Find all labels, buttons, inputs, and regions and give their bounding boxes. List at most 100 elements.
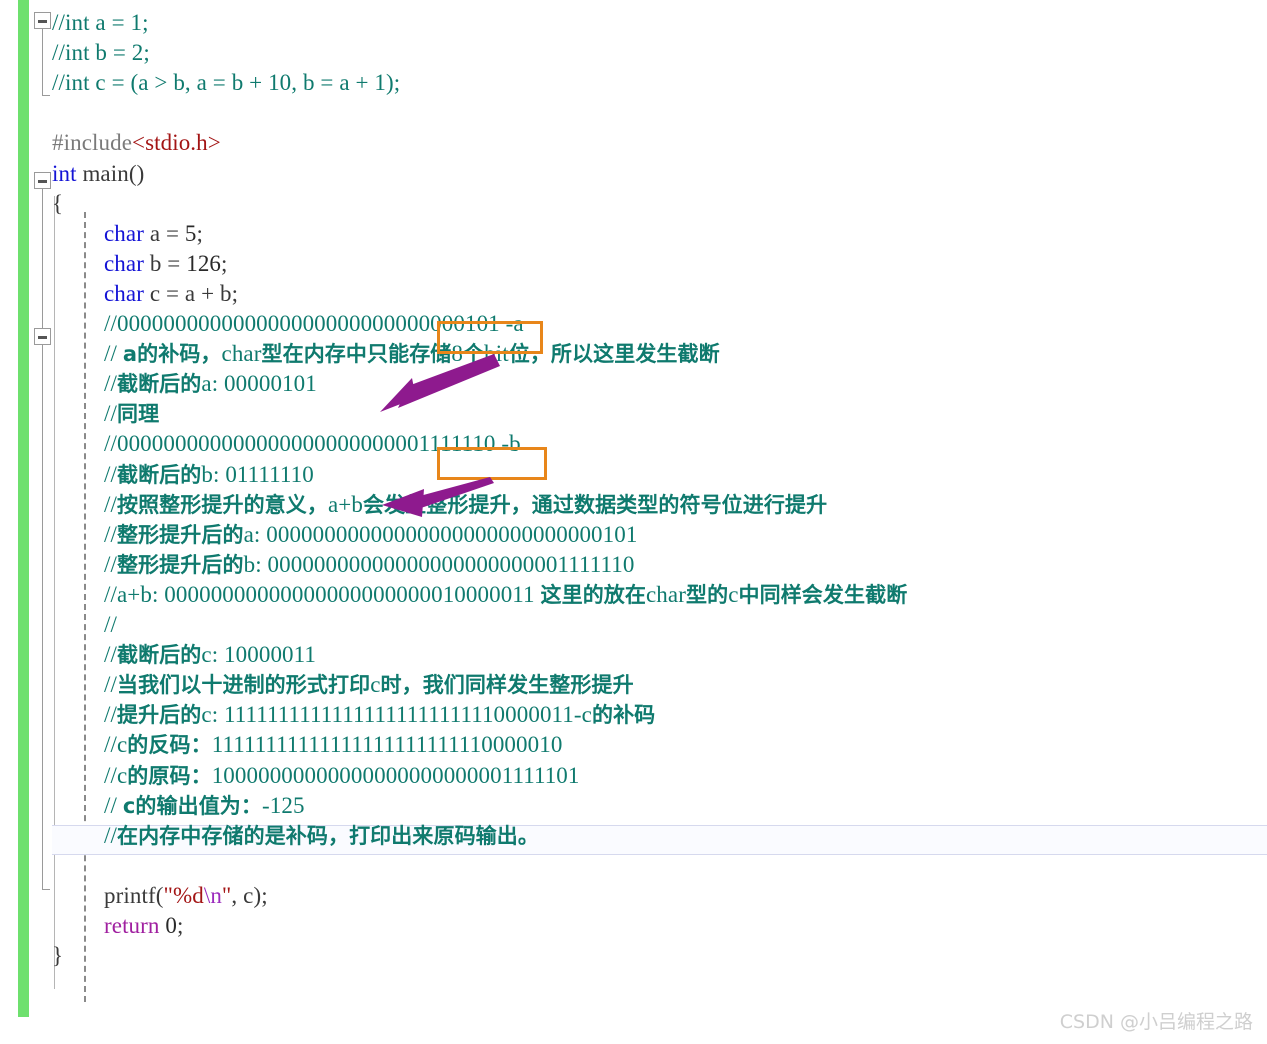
token-num: 126	[186, 250, 222, 276]
token-esc: \n	[203, 882, 222, 908]
token-cmt: //	[104, 612, 117, 637]
token-punct: ;	[221, 250, 228, 276]
token-cmt: b: 01111110	[201, 461, 314, 487]
token-kw: char	[104, 250, 144, 276]
code-line[interactable]: //c的原码：10000000000000000000000001111101	[104, 761, 580, 791]
code-line[interactable]	[52, 98, 58, 128]
token-cmt: c: 10000011	[201, 642, 316, 668]
token-cmt-cn: c的输出值为：	[122, 793, 262, 818]
token-cmt-cn: 截断后的	[116, 643, 202, 668]
token-cmt: c	[370, 672, 381, 698]
code-line[interactable]: //在内存中存储的是补码，打印出来原码输出。	[104, 821, 539, 851]
token-cmt-cn: 型的	[685, 582, 729, 607]
token-cmt: //	[104, 551, 117, 577]
code-line[interactable]: //整形提升后的a: 00000000000000000000000000000…	[104, 520, 637, 550]
token-cmt-cn: 中同样会发生截断	[738, 582, 908, 607]
token-cmt: char	[221, 341, 262, 367]
code-line[interactable]: printf("%d\n", c);	[104, 881, 268, 911]
code-line[interactable]: // c的输出值为：-125	[104, 791, 305, 821]
token-cmt-cn: 同理	[116, 402, 160, 427]
token-cmt-cn: 型在内存中只能存储	[261, 342, 452, 367]
highlight-box-a-bits	[437, 321, 543, 354]
code-line[interactable]: //int b = 2;	[52, 38, 150, 68]
token-cmt: 11111111111111111111111110000010	[211, 732, 563, 758]
code-line[interactable]: char a = 5;	[104, 219, 203, 249]
token-cmt-cn: 提升后的	[116, 703, 202, 728]
token-cmt: //int a = 1;	[52, 10, 149, 35]
code-line[interactable]: //截断后的c: 10000011	[104, 640, 316, 670]
token-cmt: //	[104, 401, 117, 427]
token-cmt-cn: 截断后的	[116, 462, 202, 487]
token-cmt: //	[104, 642, 117, 668]
token-kw: char	[104, 280, 144, 306]
token-cmt: //	[104, 461, 117, 487]
token-cmt-cn: 会发生整形提升，通过数据类型的符号位进行提升	[362, 492, 828, 517]
token-cmt: //a+b: 00000000000000000000000010000011	[104, 581, 541, 607]
token-kw: int	[52, 160, 77, 186]
code-line[interactable]: //截断后的a: 00000101	[104, 369, 317, 399]
token-cmt: //	[104, 521, 117, 547]
token-cmt-cn: 在内存中存储的是补码，打印出来原码输出。	[116, 823, 539, 848]
token-cmt: char	[646, 581, 686, 607]
token-punct: =	[167, 250, 187, 276]
csdn-watermark: CSDN @小吕编程之路	[1059, 1011, 1253, 1033]
token-punct: }	[52, 943, 64, 969]
token-cmt: //	[104, 792, 123, 818]
token-cmt-cn: 的原码：	[127, 763, 212, 788]
token-cmt: //0000000000000000000000000	[104, 431, 407, 457]
token-cmt-cn: a的补码，	[122, 342, 222, 367]
code-line[interactable]: {	[52, 189, 63, 219]
code-editor[interactable]: //int a = 1; //int b = 2; //int c = (a > b…	[0, 0, 1267, 1044]
token-cmt: //c	[104, 762, 128, 788]
token-punct: {	[52, 190, 64, 216]
code-line[interactable]: //c的反码：11111111111111111111111110000010	[104, 730, 562, 760]
token-cmt-cn: 整形提升后的	[116, 552, 244, 577]
token-cmt-cn: 的补码	[591, 703, 656, 728]
token-cmt: //0000000000000000000000000	[104, 311, 407, 336]
code-line[interactable]: //按照整形提升的意义，a+b会发生整形提升，通过数据类型的符号位进行提升	[104, 490, 827, 520]
code-line[interactable]: //	[104, 610, 117, 640]
token-punct: ;	[196, 220, 204, 246]
token-cmt: a: 00000000000000000000000000000101	[243, 521, 638, 547]
code-line[interactable]: return 0;	[104, 911, 183, 941]
code-line[interactable]: //同理	[104, 399, 159, 429]
code-line[interactable]: //提升后的c: 1111111111111111111111111000001…	[104, 700, 655, 730]
token-cmt-cn: 的反码：	[127, 733, 212, 758]
code-line[interactable]	[104, 851, 110, 881]
code-line[interactable]: int main()	[52, 159, 144, 189]
token-cmt: //int b = 2;	[52, 40, 150, 66]
code-line[interactable]: }	[52, 941, 63, 971]
code-line[interactable]: char c = a + b;	[104, 279, 238, 309]
token-cmt: b: 00000000000000000000000001111110	[243, 551, 635, 577]
token-cmt: //	[104, 491, 117, 517]
token-cmt: a+b	[327, 491, 363, 517]
token-cmt: //	[104, 371, 117, 397]
token-cmt: a: 00000101	[201, 371, 317, 397]
token-num: 5	[184, 220, 197, 246]
token-cmt: //	[104, 341, 123, 367]
token-cmt: c: 11111111111111111111111110000011-c	[201, 702, 592, 728]
code-line[interactable]: //int c = (a > b, a = b + 10, b = a + 1)…	[52, 68, 400, 98]
token-pp: #include	[52, 130, 132, 156]
token-punct: =	[166, 220, 185, 246]
token-punct: =	[166, 280, 185, 306]
token-id: main	[76, 160, 129, 186]
token-str: "%d	[163, 882, 204, 908]
code-line[interactable]: char b = 126;	[104, 249, 228, 279]
code-text-layer[interactable]: //int a = 1; //int b = 2; //int c = (a > b…	[0, 0, 1267, 1044]
token-cmt: -125	[262, 792, 305, 818]
token-id: b	[143, 250, 168, 276]
token-cmt: c	[728, 581, 739, 607]
code-line[interactable]: #include<stdio.h>	[52, 128, 221, 158]
code-line[interactable]: //a+b: 00000000000000000000000010000011 …	[104, 580, 907, 610]
code-line[interactable]: //整形提升后的b: 00000000000000000000000001111…	[104, 550, 634, 580]
code-line[interactable]: //int a = 1;	[52, 8, 149, 38]
code-line[interactable]: //当我们以十进制的形式打印c时，我们同样发生整形提升	[104, 670, 634, 700]
token-id: c	[243, 882, 254, 908]
token-cmt: //int c = (a > b, a = b + 10, b = a + 1)…	[52, 70, 401, 96]
token-cmt-cn: 截断后的	[116, 372, 202, 397]
token-cmt: //	[104, 702, 117, 728]
code-line[interactable]: // a的补码，char型在内存中只能存储8个bit位，所以这里发生截断	[104, 339, 720, 369]
code-line[interactable]: //截断后的b: 01111110	[104, 460, 314, 490]
token-cmt-cn: 整形提升后的	[116, 522, 244, 547]
